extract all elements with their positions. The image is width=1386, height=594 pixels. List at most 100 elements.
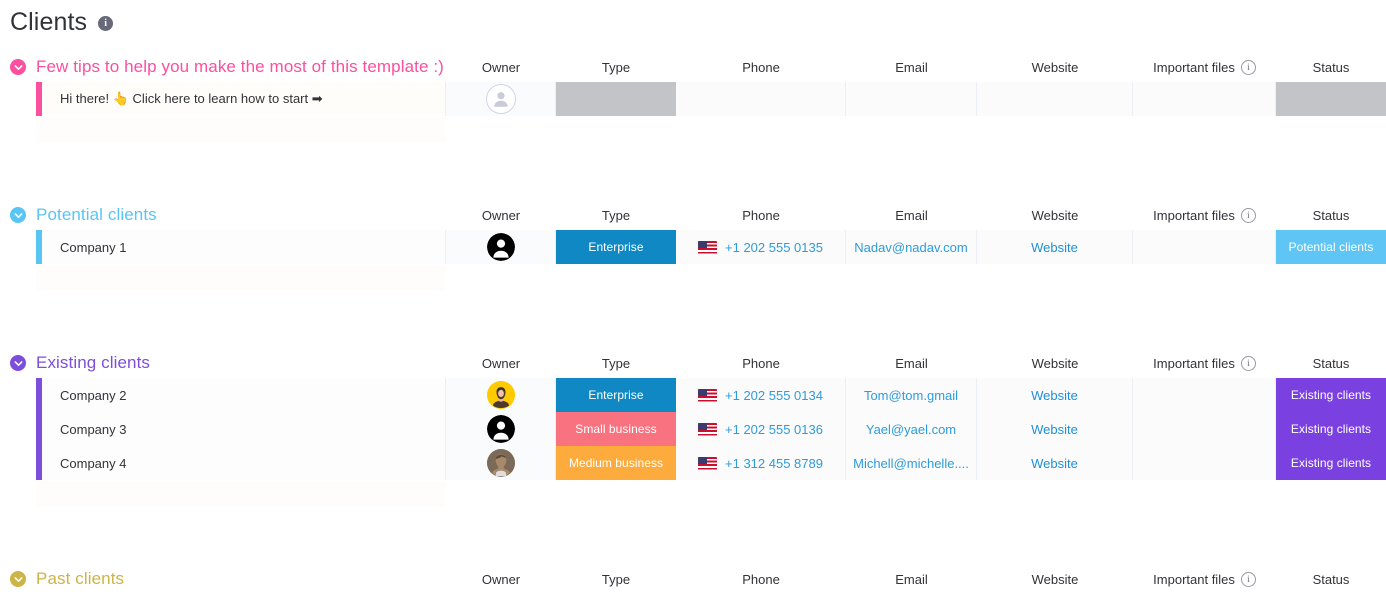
cell-owner[interactable] — [446, 378, 556, 412]
group-title[interactable]: Past clients — [36, 569, 124, 589]
avatar-empty[interactable] — [485, 84, 516, 114]
cell-owner[interactable] — [446, 230, 556, 264]
cell-email[interactable]: Michell@michelle.... — [846, 446, 977, 480]
cell-type[interactable]: Medium business — [556, 446, 676, 480]
column-header-type[interactable]: Type — [556, 564, 676, 594]
column-header-phone[interactable]: Phone — [676, 200, 846, 230]
cell-owner[interactable] — [446, 412, 556, 446]
column-header-email[interactable]: Email — [846, 200, 977, 230]
cell-email[interactable]: Tom@tom.gmail — [846, 378, 977, 412]
cell-email[interactable]: Nadav@nadav.com — [846, 230, 977, 264]
column-header-files[interactable]: Important files i — [1133, 52, 1276, 82]
cell-item-name[interactable]: Hi there! 👆 Click here to learn how to s… — [42, 82, 446, 116]
column-header-website[interactable]: Website — [977, 564, 1133, 594]
column-header-email[interactable]: Email — [846, 52, 977, 82]
column-header-type[interactable]: Type — [556, 348, 676, 378]
cell-important-files[interactable] — [1133, 230, 1276, 264]
avatar[interactable] — [486, 415, 515, 443]
column-header-status[interactable]: Status — [1276, 348, 1386, 378]
group-title[interactable]: Few tips to help you make the most of th… — [36, 57, 444, 77]
cell-phone[interactable]: +1 202 555 0136 — [676, 412, 846, 446]
website-link[interactable]: Website — [1031, 456, 1078, 471]
website-link[interactable]: Website — [1031, 422, 1078, 437]
cell-email[interactable]: Yael@yael.com — [846, 412, 977, 446]
cell-phone[interactable]: +1 202 555 0134 — [676, 378, 846, 412]
cell-item-name[interactable]: Company 3 — [42, 412, 446, 446]
group-collapse-icon[interactable] — [10, 59, 26, 75]
cell-website[interactable]: Website — [977, 230, 1133, 264]
column-header-files[interactable]: Important files i — [1133, 564, 1276, 594]
email-link[interactable]: Nadav@nadav.com — [854, 240, 967, 255]
cell-status[interactable]: Existing clients — [1276, 412, 1386, 446]
cell-website[interactable]: Website — [977, 412, 1133, 446]
column-header-status[interactable]: Status — [1276, 564, 1386, 594]
group-title[interactable]: Existing clients — [36, 353, 150, 373]
column-header-owner[interactable]: Owner — [446, 52, 556, 82]
cell-important-files[interactable] — [1133, 412, 1276, 446]
column-header-type[interactable]: Type — [556, 200, 676, 230]
website-link[interactable]: Website — [1031, 388, 1078, 403]
cell-phone[interactable]: +1 312 455 8789 — [676, 446, 846, 480]
email-link[interactable]: Yael@yael.com — [866, 422, 956, 437]
table-row[interactable]: Company 4 Medium business +1 312 455 8789 M… — [0, 446, 1386, 480]
column-header-email[interactable]: Email — [846, 564, 977, 594]
table-row[interactable]: Company 1 Enterprise +1 202 555 0135 Nadav@… — [0, 230, 1386, 264]
group-collapse-icon[interactable] — [10, 355, 26, 371]
cell-important-files[interactable] — [1133, 82, 1276, 116]
column-header-owner[interactable]: Owner — [446, 564, 556, 594]
column-header-owner[interactable]: Owner — [446, 348, 556, 378]
cell-phone[interactable] — [676, 82, 846, 116]
email-link[interactable]: Michell@michelle.... — [853, 456, 969, 471]
table-row[interactable]: Company 3 Small business +1 202 555 0136 Ya… — [0, 412, 1386, 446]
add-item-row[interactable] — [36, 481, 446, 507]
column-header-files[interactable]: Important files i — [1133, 200, 1276, 230]
column-header-status[interactable]: Status — [1276, 52, 1386, 82]
column-header-phone[interactable]: Phone — [676, 564, 846, 594]
column-info-icon[interactable]: i — [1240, 207, 1256, 223]
cell-owner[interactable] — [446, 82, 556, 116]
cell-item-name[interactable]: Company 1 — [42, 230, 446, 264]
cell-website[interactable]: Website — [977, 446, 1133, 480]
column-header-phone[interactable]: Phone — [676, 52, 846, 82]
cell-status[interactable]: Existing clients — [1276, 446, 1386, 480]
column-header-email[interactable]: Email — [846, 348, 977, 378]
add-item-row[interactable] — [36, 117, 446, 143]
column-header-files[interactable]: Important files i — [1133, 348, 1276, 378]
cell-type[interactable]: Small business — [556, 412, 676, 446]
column-header-type[interactable]: Type — [556, 52, 676, 82]
table-row[interactable]: Company 2 Enterprise +1 202 555 0134 Tom@to… — [0, 378, 1386, 412]
info-icon[interactable]: i — [98, 16, 114, 31]
group-collapse-icon[interactable] — [10, 207, 26, 223]
avatar[interactable] — [486, 233, 515, 261]
column-info-icon[interactable]: i — [1240, 59, 1256, 75]
add-item-row[interactable] — [36, 265, 446, 291]
cell-status[interactable] — [1276, 82, 1386, 116]
website-link[interactable]: Website — [1031, 240, 1078, 255]
column-header-website[interactable]: Website — [977, 200, 1133, 230]
cell-status[interactable]: Existing clients — [1276, 378, 1386, 412]
email-link[interactable]: Tom@tom.gmail — [864, 388, 958, 403]
group-collapse-icon[interactable] — [10, 571, 26, 587]
column-header-website[interactable]: Website — [977, 348, 1133, 378]
group-title[interactable]: Potential clients — [36, 205, 157, 225]
column-header-owner[interactable]: Owner — [446, 200, 556, 230]
column-info-icon[interactable]: i — [1240, 355, 1256, 371]
column-header-website[interactable]: Website — [977, 52, 1133, 82]
cell-important-files[interactable] — [1133, 446, 1276, 480]
column-info-icon[interactable]: i — [1240, 571, 1256, 587]
table-row[interactable]: Hi there! 👆 Click here to learn how to s… — [0, 82, 1386, 116]
column-header-phone[interactable]: Phone — [676, 348, 846, 378]
cell-type[interactable]: Enterprise — [556, 230, 676, 264]
cell-email[interactable] — [846, 82, 977, 116]
cell-owner[interactable] — [446, 446, 556, 480]
column-header-status[interactable]: Status — [1276, 200, 1386, 230]
cell-item-name[interactable]: Company 2 — [42, 378, 446, 412]
avatar[interactable] — [486, 449, 515, 477]
cell-type[interactable] — [556, 82, 676, 116]
cell-website[interactable] — [977, 82, 1133, 116]
cell-status[interactable]: Potential clients — [1276, 230, 1386, 264]
cell-item-name[interactable]: Company 4 — [42, 446, 446, 480]
avatar[interactable] — [486, 381, 515, 409]
cell-website[interactable]: Website — [977, 378, 1133, 412]
cell-important-files[interactable] — [1133, 378, 1276, 412]
